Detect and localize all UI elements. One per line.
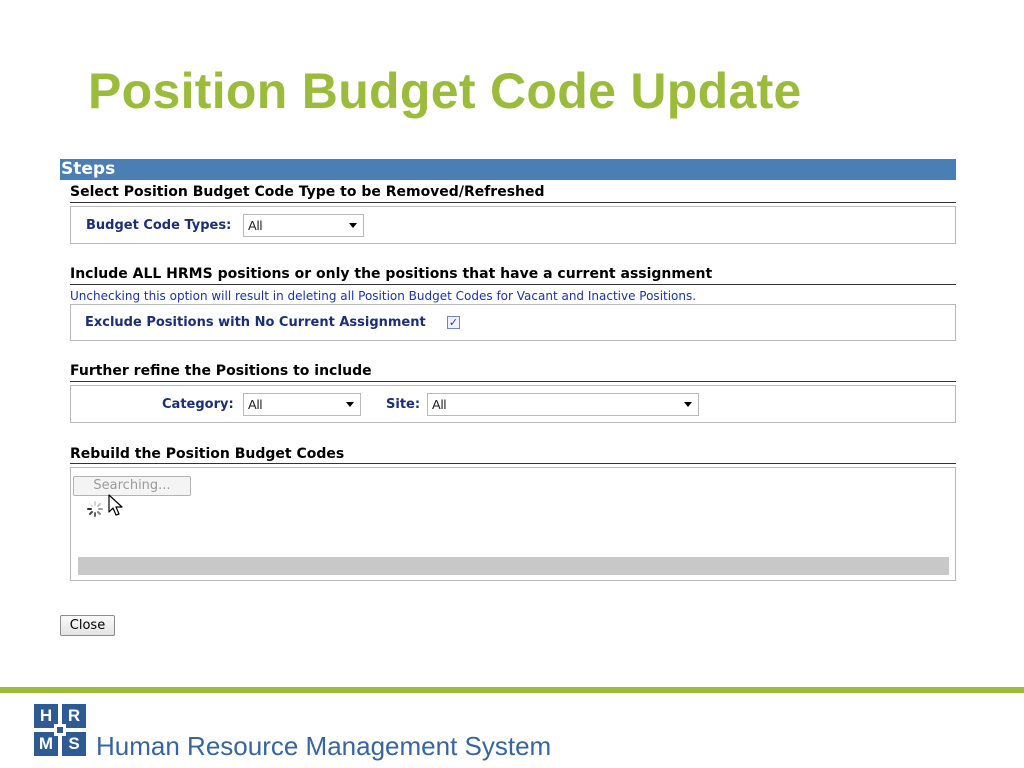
- exclude-positions-label: Exclude Positions with No Current Assign…: [85, 315, 426, 330]
- close-button[interactable]: Close: [60, 615, 115, 636]
- chevron-down-icon: [349, 223, 357, 228]
- section-divider: [70, 202, 956, 203]
- hrms-logo: H R M S: [34, 704, 86, 756]
- budget-code-type-panel: Budget Code Types: All: [70, 206, 956, 244]
- searching-button[interactable]: Searching...: [73, 476, 191, 496]
- steps-header-label: Steps: [61, 159, 116, 179]
- slide-title: Position Budget Code Update: [88, 63, 802, 119]
- site-label: Site:: [386, 397, 421, 412]
- section-title-rebuild: Rebuild the Position Budget Codes: [70, 446, 345, 462]
- mouse-pointer-icon: [108, 494, 123, 516]
- steps-header: Steps: [60, 159, 956, 180]
- footer-divider: [0, 687, 1024, 693]
- refine-positions-panel: Category: All Site: All: [70, 385, 956, 423]
- section-title-budget-code-type: Select Position Budget Code Type to be R…: [70, 184, 545, 200]
- progress-bar: [78, 557, 949, 575]
- site-value: All: [432, 397, 447, 412]
- exclude-warning-note: Unchecking this option will result in de…: [70, 289, 697, 303]
- budget-code-types-select[interactable]: All: [243, 214, 364, 237]
- section-title-include-positions: Include ALL HRMS positions or only the p…: [70, 266, 713, 282]
- section-title-refine-positions: Further refine the Positions to include: [70, 363, 372, 379]
- site-select[interactable]: All: [427, 393, 699, 416]
- section-divider: [70, 284, 956, 285]
- chevron-down-icon: [684, 402, 692, 407]
- category-value: All: [248, 397, 263, 412]
- logo-center-mark: [54, 724, 66, 736]
- category-label: Category:: [162, 397, 234, 412]
- exclude-positions-checkbox[interactable]: ✓: [447, 316, 460, 329]
- loading-spinner-icon: [87, 501, 103, 517]
- budget-code-types-value: All: [248, 218, 263, 233]
- chevron-down-icon: [346, 402, 354, 407]
- exclude-positions-panel: Exclude Positions with No Current Assign…: [70, 304, 956, 341]
- footer-system-name: Human Resource Management System: [96, 731, 552, 761]
- section-divider: [70, 463, 956, 464]
- category-select[interactable]: All: [243, 393, 361, 416]
- section-divider: [70, 381, 956, 382]
- budget-code-types-label: Budget Code Types:: [86, 218, 232, 233]
